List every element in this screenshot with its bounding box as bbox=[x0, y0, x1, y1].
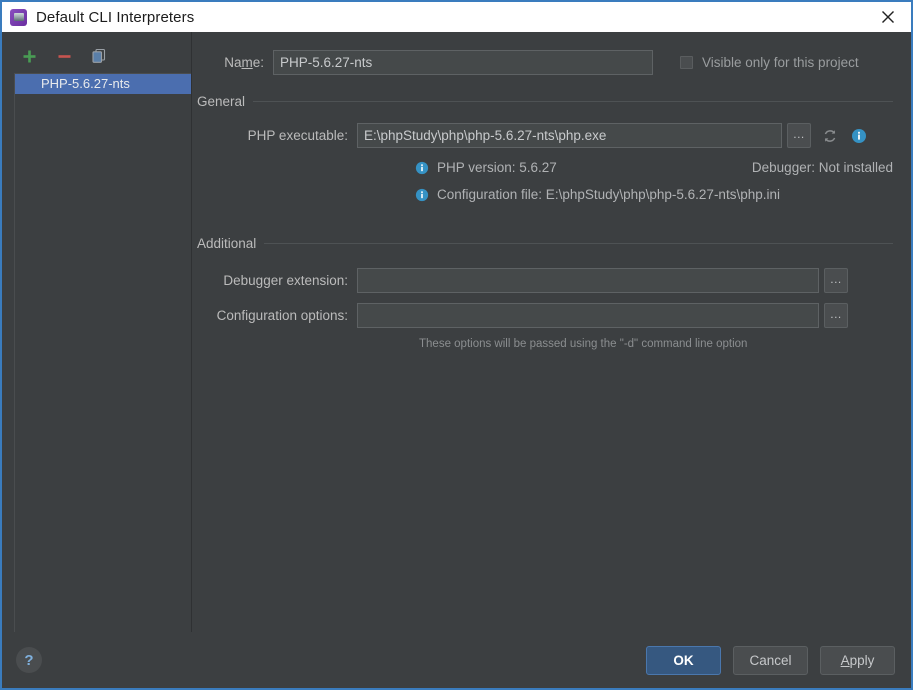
debugger-extension-browse-button[interactable]: ... bbox=[824, 268, 848, 293]
additional-section-header: Additional bbox=[197, 236, 893, 251]
general-section-title: General bbox=[197, 94, 253, 109]
apply-mnemonic: A bbox=[841, 653, 850, 668]
php-version-row: PHP version: 5.6.27 Debugger: Not instal… bbox=[202, 160, 911, 175]
dialog-title: Default CLI Interpreters bbox=[36, 9, 865, 26]
debugger-extension-input[interactable] bbox=[357, 268, 819, 293]
cancel-button[interactable]: Cancel bbox=[733, 646, 808, 675]
visible-only-checkbox[interactable]: Visible only for this project bbox=[680, 55, 859, 70]
configuration-options-label: Configuration options: bbox=[202, 308, 348, 323]
ok-button[interactable]: OK bbox=[646, 646, 721, 675]
plus-icon[interactable] bbox=[20, 47, 38, 65]
php-executable-browse-button[interactable]: ... bbox=[787, 123, 811, 148]
info-icon bbox=[415, 161, 429, 175]
name-label: Name: bbox=[202, 55, 264, 70]
additional-section-title: Additional bbox=[197, 236, 264, 251]
dialog-body: PHP-5.6.27-nts Name: Visible only for th… bbox=[2, 32, 911, 632]
section-divider bbox=[253, 101, 893, 102]
minus-icon[interactable] bbox=[55, 47, 73, 65]
debugger-status: Debugger: Not installed bbox=[752, 160, 893, 175]
php-executable-row: PHP executable: ... bbox=[202, 123, 911, 148]
copy-icon[interactable] bbox=[90, 47, 108, 65]
close-icon[interactable] bbox=[865, 2, 911, 32]
apply-label-rest: pply bbox=[850, 653, 875, 668]
list-item[interactable]: PHP-5.6.27-nts bbox=[15, 74, 191, 94]
configuration-options-row: Configuration options: ... bbox=[202, 303, 911, 328]
apply-button[interactable]: Apply bbox=[820, 646, 895, 675]
php-version-text: PHP version: 5.6.27 bbox=[437, 160, 557, 175]
checkbox-box[interactable] bbox=[680, 56, 693, 69]
section-divider bbox=[264, 243, 893, 244]
debugger-extension-row: Debugger extension: ... bbox=[202, 268, 911, 293]
general-section-header: General bbox=[197, 94, 893, 109]
name-row: Name: Visible only for this project bbox=[202, 32, 911, 75]
config-file-row: Configuration file: E:\phpStudy\php\php-… bbox=[202, 187, 911, 202]
info-icon bbox=[415, 188, 429, 202]
visible-only-label: Visible only for this project bbox=[702, 55, 859, 70]
phpstorm-icon bbox=[10, 9, 27, 26]
config-file-text: Configuration file: E:\phpStudy\php\php-… bbox=[437, 187, 780, 202]
php-executable-input[interactable] bbox=[357, 123, 782, 148]
help-icon[interactable]: ? bbox=[16, 647, 42, 673]
dialog-footer: ? OK Cancel Apply bbox=[2, 632, 911, 688]
configuration-options-hint: These options will be passed using the "… bbox=[419, 338, 911, 350]
interpreter-form: Name: Visible only for this project Gene… bbox=[192, 32, 911, 632]
configuration-options-input[interactable] bbox=[357, 303, 819, 328]
refresh-icon[interactable] bbox=[820, 126, 840, 146]
interpreter-list-panel: PHP-5.6.27-nts bbox=[2, 32, 192, 632]
info-icon[interactable] bbox=[849, 126, 869, 146]
php-executable-label: PHP executable: bbox=[202, 128, 348, 143]
interpreter-list[interactable]: PHP-5.6.27-nts bbox=[14, 73, 191, 632]
list-toolbar bbox=[2, 42, 191, 70]
dialog-window: Default CLI Interpreters bbox=[0, 0, 913, 690]
title-bar: Default CLI Interpreters bbox=[2, 2, 911, 32]
configuration-options-browse-button[interactable]: ... bbox=[824, 303, 848, 328]
debugger-extension-label: Debugger extension: bbox=[202, 273, 348, 288]
name-input[interactable] bbox=[273, 50, 653, 75]
